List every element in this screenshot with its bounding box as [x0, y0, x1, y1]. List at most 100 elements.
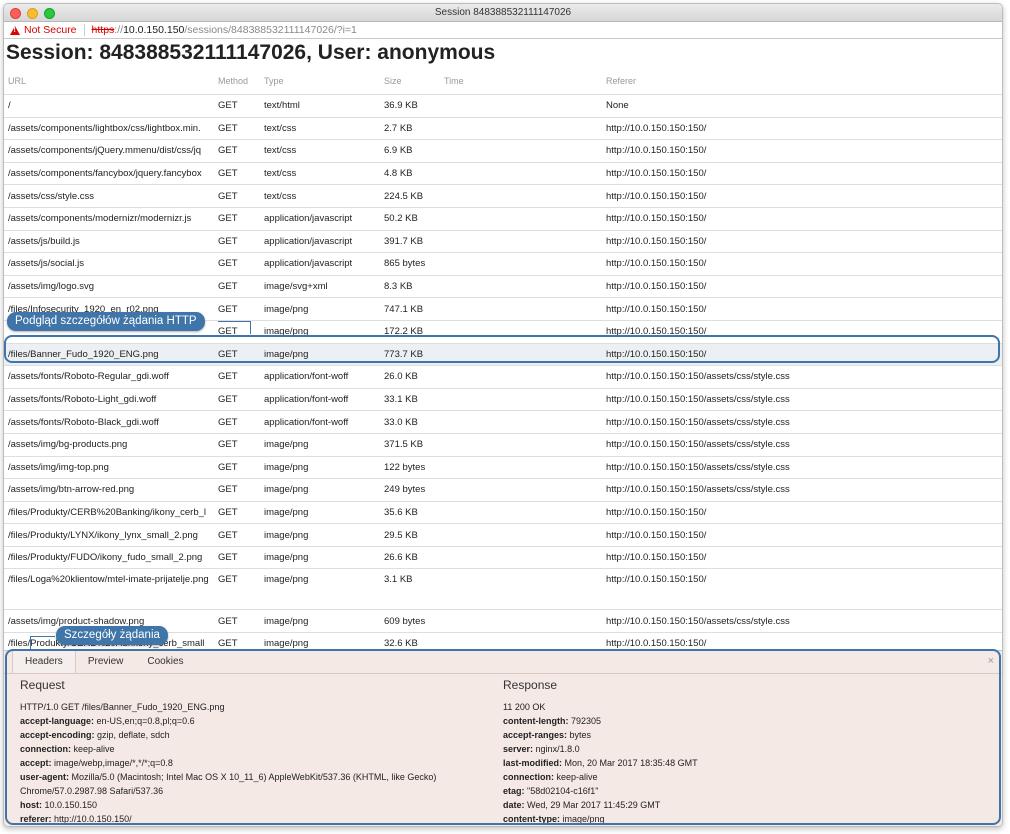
cell-url: /files/Produkty/FUDO/ikony_fudo_small_2.… [4, 545, 214, 569]
cell-type: image/png [260, 478, 380, 502]
cell-url: /assets/css/style.css [4, 184, 214, 208]
cell-referer: http://10.0.150.150:150/ [602, 568, 1002, 610]
cell-method: GET [214, 94, 260, 118]
cell-type: image/png [260, 523, 380, 547]
details-panel-highlight [5, 649, 1001, 825]
table-row[interactable]: /assets/components/fancybox/jquery.fancy… [4, 161, 1002, 185]
cell-url: /files/Produkty/CERB%20Banking/ikony_cer… [4, 500, 214, 524]
cell-time [440, 94, 602, 118]
table-row[interactable]: /assets/img/bg-products.png GET image/png 3… [4, 432, 1002, 456]
security-warning-label: Not Secure [24, 24, 77, 36]
minimize-window-button[interactable] [27, 8, 38, 19]
column-header-type[interactable]: Type [260, 68, 380, 95]
address-bar[interactable]: Not Secure https :// 10.0.150.150 /sessi… [4, 22, 1002, 39]
callout-request-details: Szczegóły żądania [56, 626, 168, 645]
cell-size: 36.9 KB [380, 94, 440, 118]
zoom-window-button[interactable] [44, 8, 55, 19]
window-title: Session 848388532111147026 [434, 7, 572, 18]
cell-referer: http://10.0.150.150:150/ [602, 297, 1002, 321]
requests-table: URL Method Type Size Time Referer / GET te… [4, 68, 1002, 678]
column-header-url[interactable]: URL [4, 68, 214, 95]
cell-url: /assets/fonts/Roboto-Black_gdi.woff [4, 410, 214, 434]
cell-time [440, 545, 602, 569]
callout-row-preview: Podgląd szczegółów żądania HTTP [7, 312, 205, 331]
cell-time [440, 252, 602, 276]
cell-referer: http://10.0.150.150:150/assets/css/style… [602, 478, 1002, 502]
cell-referer: http://10.0.150.150:150/ [602, 523, 1002, 547]
table-row[interactable]: /assets/fonts/Roboto-Light_gdi.woff GET ap… [4, 387, 1002, 411]
cell-time [440, 297, 602, 321]
cell-referer: None [602, 94, 1002, 118]
cell-type: application/javascript [260, 229, 380, 253]
table-row[interactable]: /assets/img/btn-arrow-red.png GET image/pn… [4, 478, 1002, 502]
cell-time [440, 500, 602, 524]
url-scheme: https [91, 24, 115, 36]
close-window-button[interactable] [10, 8, 21, 19]
table-row[interactable]: /assets/components/jQuery.mmenu/dist/css… [4, 139, 1002, 163]
cell-size: 391.7 KB [380, 229, 440, 253]
window-controls [10, 8, 55, 19]
table-row[interactable]: /assets/fonts/Roboto-Regular_gdi.woff GET… [4, 365, 1002, 389]
table-row[interactable]: /files/Loga%20klientow/mtel-imate-prijat… [4, 568, 1002, 610]
cell-referer: http://10.0.150.150:150/ [602, 274, 1002, 298]
cell-size: 865 bytes [380, 252, 440, 276]
cell-size: 3.1 KB [380, 568, 440, 610]
cell-size: 33.1 KB [380, 387, 440, 411]
cell-size: 224.5 KB [380, 184, 440, 208]
cell-size: 29.5 KB [380, 523, 440, 547]
cell-url: /files/Loga%20klientow/mtel-imate-prijat… [4, 568, 214, 610]
table-row[interactable]: /files/Produkty/CERB%20Banking/ikony_cer… [4, 500, 1002, 524]
cell-type: application/font-woff [260, 410, 380, 434]
cell-type: image/svg+xml [260, 274, 380, 298]
security-warning[interactable]: Not Secure [4, 24, 77, 36]
cell-time [440, 478, 602, 502]
table-row[interactable]: /assets/components/lightbox/css/lightbox… [4, 116, 1002, 140]
cell-type: text/css [260, 139, 380, 163]
cell-time [440, 116, 602, 140]
cell-size: 26.6 KB [380, 545, 440, 569]
cell-size: 6.9 KB [380, 139, 440, 163]
cell-referer: http://10.0.150.150:150/ [602, 116, 1002, 140]
cell-url: /assets/components/modernizr/modernizr.j… [4, 206, 214, 231]
cell-referer: http://10.0.150.150:150/ [602, 206, 1002, 231]
table-row[interactable]: /assets/js/build.js GET application/javasc… [4, 229, 1002, 253]
table-row[interactable]: /assets/fonts/Roboto-Black_gdi.woff GET ap… [4, 410, 1002, 434]
table-row[interactable]: /assets/img/logo.svg GET image/svg+xml 8.3 … [4, 274, 1002, 298]
cell-time [440, 206, 602, 231]
cell-time [440, 410, 602, 434]
cell-method: GET [214, 161, 260, 185]
cell-referer: http://10.0.150.150:150/ [602, 161, 1002, 185]
cell-type: image/png [260, 455, 380, 479]
cell-type: application/font-woff [260, 387, 380, 411]
cell-size: 8.3 KB [380, 274, 440, 298]
cell-method: GET [214, 545, 260, 569]
cell-referer: http://10.0.150.150:150/ [602, 500, 1002, 524]
cell-type: image/png [260, 432, 380, 456]
column-header-time[interactable]: Time [440, 68, 602, 95]
column-header-referer[interactable]: Referer [602, 68, 1002, 95]
cell-url: /assets/img/bg-products.png [4, 432, 214, 456]
cell-type: application/javascript [260, 206, 380, 231]
table-row[interactable]: /files/Produkty/LYNX/ikony_lynx_small_2.… [4, 523, 1002, 547]
table-row[interactable]: / GET text/html 36.9 KB None [4, 94, 1002, 118]
table-header-row: URL Method Type Size Time Referer [4, 68, 1002, 95]
cell-time [440, 523, 602, 547]
cell-time [440, 387, 602, 411]
cell-method: GET [214, 229, 260, 253]
cell-type: text/css [260, 161, 380, 185]
table-row[interactable]: /assets/img/img-top.png GET image/png 122 b… [4, 455, 1002, 479]
cell-time [440, 161, 602, 185]
table-row[interactable]: /assets/js/social.js GET application/javas… [4, 252, 1002, 276]
cell-time [440, 568, 602, 610]
cell-url: /assets/fonts/Roboto-Light_gdi.woff [4, 387, 214, 411]
cell-time [440, 274, 602, 298]
column-header-size[interactable]: Size [380, 68, 440, 95]
cell-referer: http://10.0.150.150:150/ [602, 184, 1002, 208]
cell-size: 747.1 KB [380, 297, 440, 321]
table-row[interactable]: /files/Produkty/FUDO/ikony_fudo_small_2.… [4, 545, 1002, 569]
cell-referer: http://10.0.150.150:150/assets/css/style… [602, 609, 1002, 633]
table-row[interactable]: /assets/css/style.css GET text/css 224.5 KB… [4, 184, 1002, 208]
table-row[interactable]: /assets/components/modernizr/modernizr.j… [4, 206, 1002, 231]
address-divider [83, 24, 85, 36]
column-header-method[interactable]: Method [214, 68, 260, 95]
